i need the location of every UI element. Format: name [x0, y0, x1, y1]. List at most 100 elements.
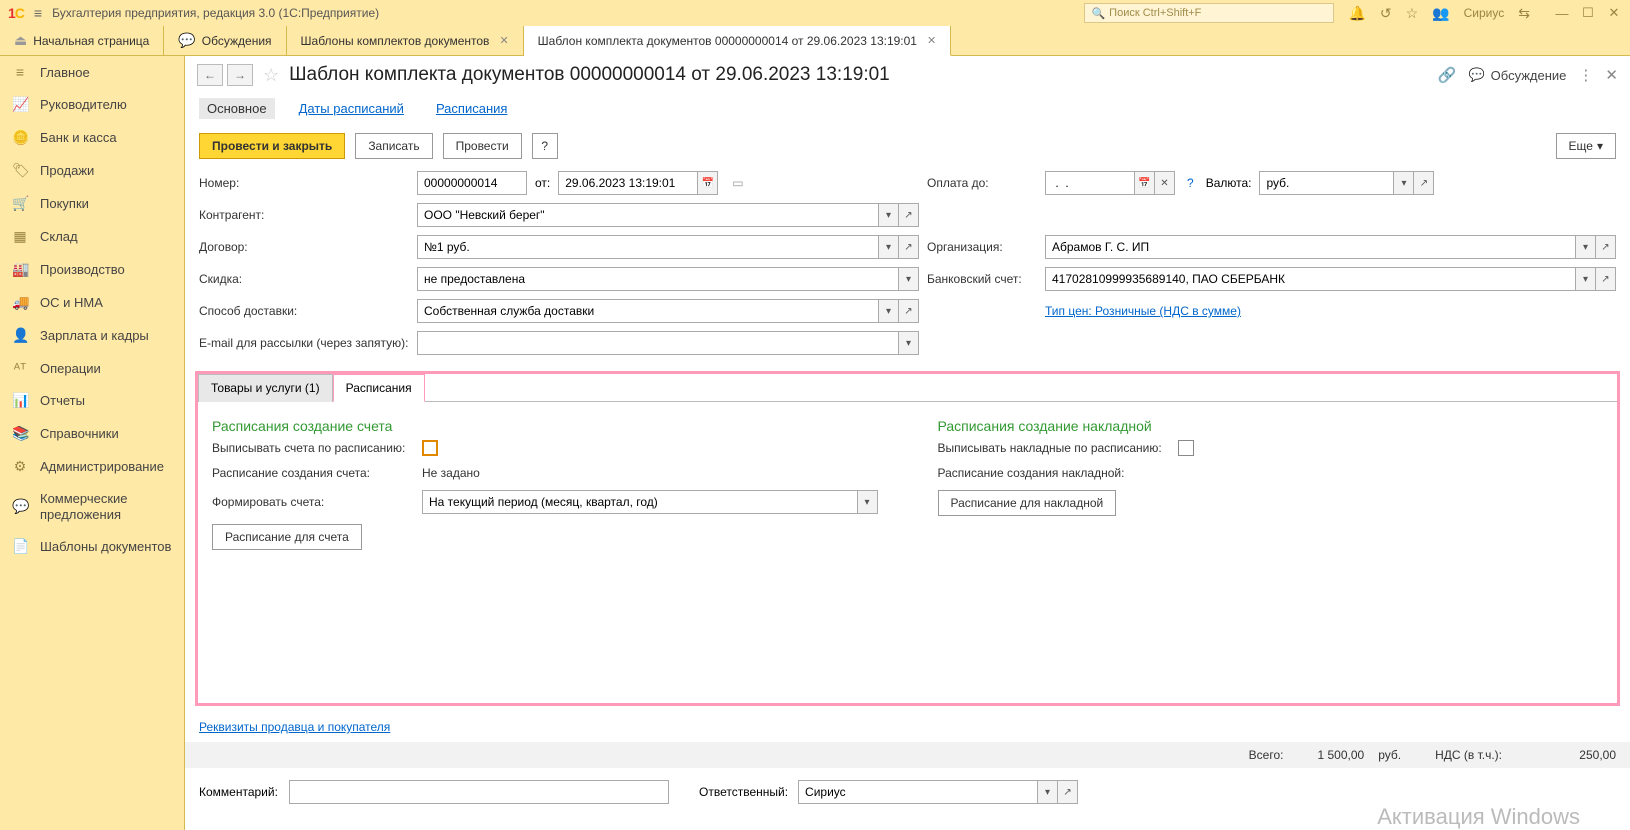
sidebar-item[interactable]: ⚙Администрирование	[0, 450, 184, 483]
sidebar-item[interactable]: 🏷Продажи	[0, 154, 184, 187]
chevron-down-icon[interactable]: ▾	[1038, 780, 1058, 804]
tab-close-icon[interactable]: ✕	[927, 34, 936, 47]
sidebar-item[interactable]: 📄Шаблоны документов	[0, 530, 184, 563]
maximize-icon[interactable]: ☐	[1580, 5, 1596, 21]
tab-current-document[interactable]: Шаблон комплекта документов 00000000014 …	[524, 26, 952, 56]
chevron-down-icon[interactable]: ▾	[899, 331, 919, 355]
tab-home[interactable]: ⏏ Начальная страница	[0, 26, 164, 55]
username[interactable]: Сириус	[1464, 6, 1505, 20]
menu-icon[interactable]: ≡	[34, 5, 42, 21]
responsible-input[interactable]	[798, 780, 1038, 804]
chevron-down-icon[interactable]: ▾	[899, 267, 919, 291]
open-icon[interactable]: ↗	[1058, 780, 1078, 804]
sidebar-item[interactable]: 📈Руководителю	[0, 88, 184, 121]
open-icon[interactable]: ↗	[1596, 235, 1616, 259]
price-type-link[interactable]: Тип цен: Розничные (НДС в сумме)	[1045, 304, 1241, 318]
bell-icon[interactable]: 🔔	[1348, 5, 1365, 22]
discount-input[interactable]	[417, 267, 899, 291]
number-input[interactable]	[417, 171, 527, 195]
link-icon[interactable]: 🔗	[1438, 66, 1457, 84]
chevron-down-icon[interactable]: ▾	[879, 299, 899, 323]
favorite-star-icon[interactable]: ☆	[263, 65, 279, 86]
tab-goods[interactable]: Товары и услуги (1)	[198, 374, 333, 402]
post-button[interactable]: Провести	[443, 133, 522, 159]
sidebar-item[interactable]: 💬Коммерческие предложения	[0, 483, 184, 530]
calendar-icon[interactable]: 📅	[698, 171, 718, 195]
sidebar-item[interactable]: 🚚ОС и НМА	[0, 286, 184, 319]
settings-icon[interactable]: ⇆	[1518, 5, 1530, 22]
users-icon[interactable]: 👥	[1432, 5, 1449, 22]
star-icon[interactable]: ☆	[1406, 5, 1419, 22]
org-input[interactable]	[1045, 235, 1576, 259]
sidebar-item[interactable]: 👤Зарплата и кадры	[0, 319, 184, 352]
contract-input[interactable]	[417, 235, 879, 259]
clear-icon[interactable]: ✕	[1155, 171, 1175, 195]
calendar-icon[interactable]: 📅	[1135, 171, 1155, 195]
chevron-down-icon[interactable]: ▾	[1576, 267, 1596, 291]
bank-input[interactable]	[1045, 267, 1576, 291]
seller-buyer-details-link[interactable]: Реквизиты продавца и покупателя	[199, 720, 390, 734]
history-icon[interactable]: ↺	[1380, 5, 1392, 22]
open-icon[interactable]: ↗	[899, 299, 919, 323]
open-icon[interactable]: ↗	[1414, 171, 1434, 195]
sidebar-label: Зарплата и кадры	[40, 328, 149, 343]
subtab-schedules[interactable]: Расписания	[428, 98, 515, 119]
sidebar-item[interactable]: 🪙Банк и касса	[0, 121, 184, 154]
tab-discussions[interactable]: 💬 Обсуждения	[164, 26, 286, 55]
help-button[interactable]: ?	[532, 133, 558, 159]
more-button[interactable]: Еще▾	[1556, 133, 1616, 159]
tab-templates-list[interactable]: Шаблоны комплектов документов ✕	[287, 26, 524, 55]
invoice-schedule-button[interactable]: Расписание для счета	[212, 524, 362, 550]
waybill-schedule-checkbox[interactable]	[1178, 440, 1194, 456]
sidebar-label: Операции	[40, 361, 101, 376]
subtab-dates[interactable]: Даты расписаний	[291, 98, 412, 119]
nav-back-button[interactable]: ←	[197, 64, 223, 86]
close-panel-icon[interactable]: ✕	[1605, 66, 1618, 84]
sidebar-item[interactable]: 📊Отчеты	[0, 384, 184, 417]
chevron-down-icon[interactable]: ▾	[879, 235, 899, 259]
sidebar-item[interactable]: 🛒Покупки	[0, 187, 184, 220]
totals-bar: Всего: 1 500,00 руб. НДС (в т.ч.): 250,0…	[185, 742, 1630, 768]
app-title: Бухгалтерия предприятия, редакция 3.0 (1…	[52, 6, 379, 20]
chevron-down-icon[interactable]: ▾	[858, 490, 878, 514]
discuss-button[interactable]: 💬 Обсуждение	[1468, 67, 1566, 83]
chart-icon: 📈	[12, 96, 28, 113]
more-icon[interactable]: ⋮	[1578, 66, 1593, 84]
global-search[interactable]: 🔍 Поиск Ctrl+Shift+F	[1084, 3, 1334, 23]
close-icon[interactable]: ✕	[1606, 5, 1622, 21]
minimize-icon[interactable]: —	[1554, 5, 1570, 21]
invoice-form-select[interactable]	[422, 490, 858, 514]
invoice-schedule-checkbox[interactable]	[422, 440, 438, 456]
comment-input[interactable]	[289, 780, 669, 804]
sidebar-item[interactable]: 🏭Производство	[0, 253, 184, 286]
subtab-main[interactable]: Основное	[199, 98, 275, 119]
pay-until-input[interactable]	[1045, 171, 1135, 195]
sidebar-item[interactable]: 📚Справочники	[0, 417, 184, 450]
chevron-down-icon[interactable]: ▾	[1576, 235, 1596, 259]
templates-icon: 📄	[12, 538, 28, 555]
sidebar-item[interactable]: ᴬᵀОперации	[0, 352, 184, 384]
email-input[interactable]	[417, 331, 899, 355]
sidebar-label: Производство	[40, 262, 125, 277]
post-and-close-button[interactable]: Провести и закрыть	[199, 133, 345, 159]
nav-forward-button[interactable]: →	[227, 64, 253, 86]
open-icon[interactable]: ↗	[899, 203, 919, 227]
help-link[interactable]: ?	[1187, 176, 1194, 190]
sidebar-item[interactable]: ▦Склад	[0, 220, 184, 253]
date-input[interactable]	[558, 171, 698, 195]
save-button[interactable]: Записать	[355, 133, 432, 159]
currency-input[interactable]	[1259, 171, 1394, 195]
open-icon[interactable]: ↗	[1596, 267, 1616, 291]
chevron-down-icon[interactable]: ▾	[879, 203, 899, 227]
counterparty-input[interactable]	[417, 203, 879, 227]
invoice-sched-value: Не задано	[422, 466, 480, 480]
sidebar-item[interactable]: ≡Главное	[0, 56, 184, 88]
delivery-input[interactable]	[417, 299, 879, 323]
tab-schedules[interactable]: Расписания	[333, 374, 425, 402]
chevron-down-icon[interactable]: ▾	[1394, 171, 1414, 195]
vat-label: НДС (в т.ч.):	[1435, 748, 1502, 762]
waybill-schedule-button[interactable]: Расписание для накладной	[938, 490, 1117, 516]
tab-close-icon[interactable]: ✕	[499, 34, 508, 47]
open-icon[interactable]: ↗	[899, 235, 919, 259]
tab-label: Шаблоны комплектов документов	[301, 34, 490, 48]
